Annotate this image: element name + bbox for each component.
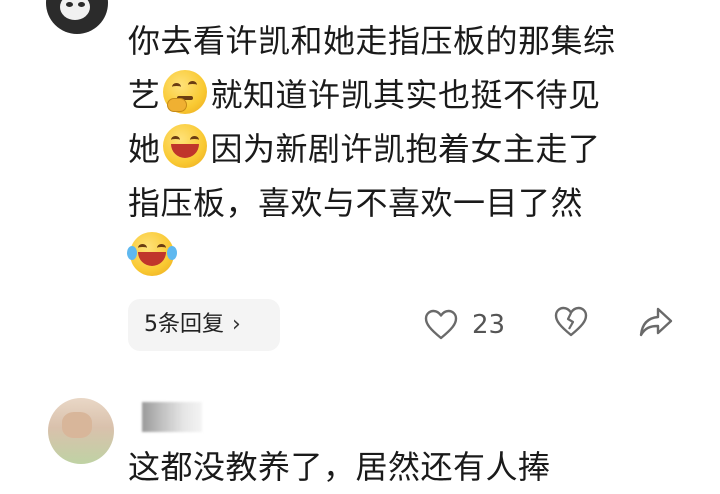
comment-text-fragment: 她 xyxy=(128,130,161,168)
like-count: 23 xyxy=(472,310,506,340)
comment-line-2: 艺 就知道许凯其实也挺不待见 xyxy=(128,68,688,122)
chevron-right-icon: › xyxy=(232,312,241,337)
comment-line-4: 指压板，喜欢与不喜欢一目了然 xyxy=(128,184,584,222)
comment-line-1: 你去看许凯和她走指压板的那集综 xyxy=(128,22,616,60)
commenter-avatar-2[interactable] xyxy=(48,398,114,464)
comment-text-fragment: 艺 xyxy=(128,76,161,114)
broken-heart-icon xyxy=(554,306,588,337)
laughing-tears-emoji xyxy=(127,232,177,276)
comment-body: 你去看许凯和她走指压板的那集综 艺 就知道许凯其实也挺不待见 她 因为新剧许凯抱着女… xyxy=(127,14,688,284)
dislike-button[interactable] xyxy=(554,306,588,342)
thinking-face-emoji xyxy=(162,70,207,114)
blurred-username xyxy=(142,402,202,432)
avatar-eye-left xyxy=(66,2,73,7)
comment-body-2: 这都没教养了，居然还有人捧 xyxy=(128,448,551,486)
comment-text-fragment: 因为新剧许凯抱着女主走了 xyxy=(210,130,601,168)
heart-icon xyxy=(424,309,458,340)
commenter-avatar[interactable] xyxy=(46,0,108,34)
share-button[interactable] xyxy=(638,306,674,342)
like-button[interactable]: 23 xyxy=(424,306,505,344)
share-arrow-icon xyxy=(639,307,673,337)
grinning-squint-emoji xyxy=(162,124,207,168)
avatar-eye-right xyxy=(78,2,85,7)
replies-label: 5条回复 xyxy=(144,312,224,337)
comment-line-3: 她 因为新剧许凯抱着女主走了 xyxy=(128,122,688,176)
avatar-photo-icon xyxy=(62,412,92,438)
view-replies-button[interactable]: 5条回复 › xyxy=(128,299,280,351)
comment-line-5 xyxy=(127,230,688,284)
avatar-face-icon xyxy=(60,0,90,20)
comment-text-fragment: 就知道许凯其实也挺不待见 xyxy=(210,76,601,114)
